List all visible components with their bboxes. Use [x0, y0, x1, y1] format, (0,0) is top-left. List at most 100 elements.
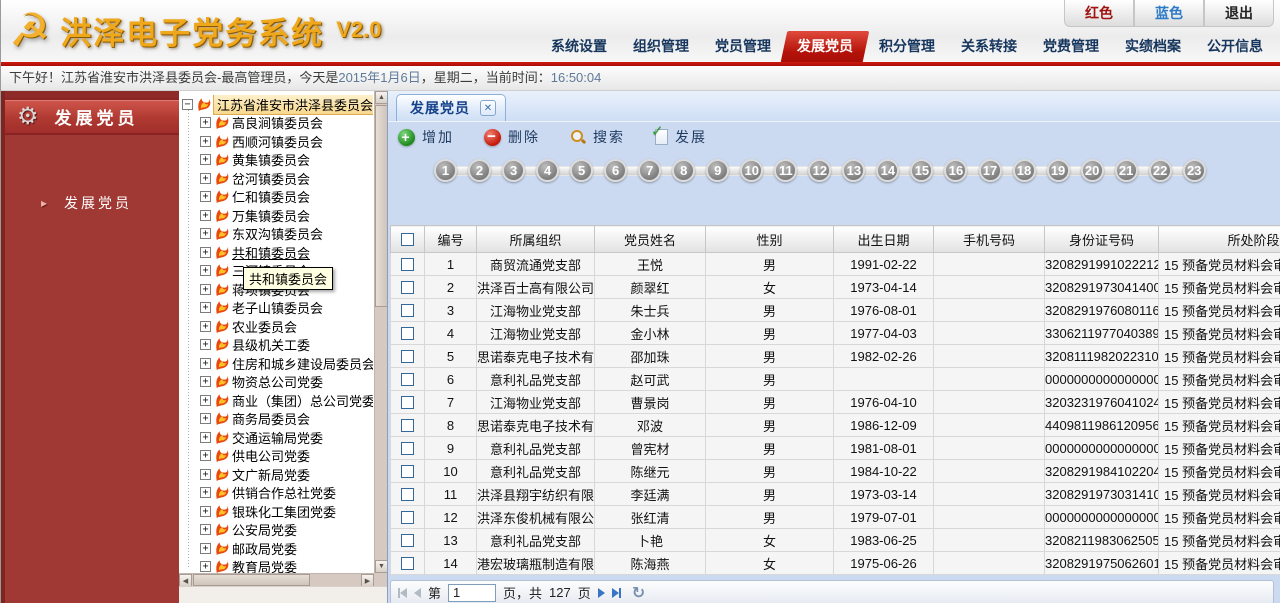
row-checkbox[interactable]	[401, 257, 414, 271]
page-number-input[interactable]	[448, 583, 497, 602]
row-checkbox[interactable]	[401, 349, 414, 363]
theme-link-蓝色[interactable]: 蓝色	[1134, 0, 1204, 27]
row-checkbox[interactable]	[401, 464, 414, 478]
tree-node[interactable]: + 物资总公司党委	[200, 373, 373, 392]
nav-党费管理[interactable]: 党费管理	[1030, 31, 1112, 62]
expand-icon[interactable]: +	[200, 172, 211, 184]
tree-node[interactable]: + 商务局委员会	[200, 410, 373, 429]
row-checkbox[interactable]	[401, 441, 414, 455]
row-checkbox[interactable]	[401, 326, 414, 340]
toolbar-add-button[interactable]: + 增加	[398, 127, 454, 147]
collapse-icon[interactable]: −	[182, 98, 193, 110]
scroll-down-icon[interactable]: ▼	[375, 560, 387, 573]
expand-icon[interactable]: +	[200, 505, 211, 517]
tab-close-icon[interactable]: ✕	[480, 100, 496, 116]
stage-step-9[interactable]: 9	[706, 158, 730, 182]
table-row[interactable]: 9 意利礼品党支部 曾宪材男 1981-08-01 0000000000000000 15…	[390, 436, 1280, 460]
tree-node-label[interactable]: 银珠化工集团党委	[232, 502, 336, 521]
row-checkbox[interactable]	[401, 533, 414, 547]
tree-node[interactable]: + 仁和镇委员会	[200, 188, 373, 207]
tree-node-label[interactable]: 县级机关工委	[232, 335, 310, 354]
row-checkbox[interactable]	[401, 556, 414, 570]
stage-step-20[interactable]: 20	[1080, 158, 1104, 182]
stage-step-18[interactable]: 18	[1012, 158, 1036, 182]
tree-node-label[interactable]: 供电公司党委	[232, 446, 310, 465]
tree-node-label[interactable]: 公安局党委	[232, 520, 297, 539]
tree-node[interactable]: + 教育局党委	[200, 557, 373, 573]
tab-develop-members[interactable]: 发展党员 ✕	[396, 94, 506, 121]
table-row[interactable]: 2洪泽百士高有限公司颜翠红女1973-04-14 3208291973041400…	[390, 275, 1280, 299]
toolbar-search-button[interactable]: 搜索	[570, 127, 625, 147]
tree-node[interactable]: + 老子山镇委员会	[200, 299, 373, 318]
table-row[interactable]: 5思诺泰克电子技术有限公司邵加珠男1982-02-26 3208111982022…	[390, 344, 1280, 368]
tree-node[interactable]: + 住房和城乡建设局委员会	[200, 354, 373, 373]
stage-step-12[interactable]: 12	[808, 158, 832, 182]
table-row[interactable]: 6 意利礼品党支部 赵可武男 0000000000000000 15 预备党员材料会审	[390, 367, 1280, 391]
tree-node-label[interactable]: 岔河镇委员会	[232, 169, 310, 188]
row-checkbox[interactable]	[401, 303, 414, 317]
theme-link-退出[interactable]: 退出	[1204, 0, 1274, 27]
expand-icon[interactable]: +	[200, 431, 211, 443]
stage-step-14[interactable]: 14	[876, 158, 900, 182]
stage-step-10[interactable]: 10	[740, 158, 764, 182]
tree-node-label[interactable]: 交通运输局党委	[232, 428, 323, 447]
tree-node-label[interactable]: 老子山镇委员会	[232, 298, 323, 317]
nav-实绩档案[interactable]: 实绩档案	[1112, 31, 1194, 62]
expand-icon[interactable]: +	[200, 228, 211, 240]
tree-node[interactable]: + 供销合作总社党委	[200, 484, 373, 503]
nav-公开信息[interactable]: 公开信息	[1194, 31, 1276, 62]
tree-node-label[interactable]: 住房和城乡建设局委员会	[232, 354, 373, 373]
expand-icon[interactable]: +	[200, 209, 211, 221]
tree-node-label[interactable]: 教育局党委	[232, 557, 297, 573]
nav-发展党员[interactable]: 发展党员	[784, 31, 866, 62]
tree-node-label[interactable]: 东双沟镇委员会	[232, 224, 323, 243]
table-row[interactable]: 7江海物业党支部曹景岗男1976-04-10 320323197604102452…	[390, 390, 1280, 414]
tree-vertical-scrollbar[interactable]: ▲ ▼	[374, 91, 387, 573]
table-row[interactable]: 8思诺泰克电子技术有限公司邓波男1986-12-09 44098119861209…	[390, 413, 1280, 437]
expand-icon[interactable]: +	[200, 376, 211, 388]
table-row[interactable]: 3江海物业党支部朱士兵男1976-08-01 320829197608011617…	[390, 298, 1280, 322]
scroll-up-icon[interactable]: ▲	[375, 91, 387, 104]
row-checkbox[interactable]	[401, 395, 414, 409]
theme-link-红色[interactable]: 红色	[1064, 0, 1134, 27]
tree-node[interactable]: + 高良涧镇委员会	[200, 114, 373, 133]
tree-node[interactable]: + 邮政局党委	[200, 539, 373, 558]
tree-node[interactable]: + 文广新局党委	[200, 465, 373, 484]
tree-node[interactable]: + 东双沟镇委员会	[200, 225, 373, 244]
table-row[interactable]: 11洪泽县翔宇纺织有限公司李廷满男1973-03-14 3208291973031…	[390, 482, 1280, 506]
tree-node[interactable]: + 农业委员会	[200, 317, 373, 336]
expand-icon[interactable]: +	[200, 191, 211, 203]
next-page-button[interactable]	[597, 587, 605, 598]
expand-icon[interactable]: +	[200, 283, 211, 295]
tree-node-label[interactable]: 农业委员会	[232, 317, 297, 336]
stage-step-4[interactable]: 4	[536, 158, 560, 182]
stage-step-7[interactable]: 7	[638, 158, 662, 182]
table-row[interactable]: 14港宏玻璃瓶制造有限公司陈海燕女1975-06-26 3208291975062…	[390, 551, 1280, 575]
row-checkbox[interactable]	[401, 418, 414, 432]
expand-icon[interactable]: +	[200, 265, 211, 277]
tree-node-label[interactable]: 邮政局党委	[232, 539, 297, 558]
nav-关系转接[interactable]: 关系转接	[948, 31, 1030, 62]
expand-icon[interactable]: +	[200, 154, 211, 166]
expand-icon[interactable]: +	[200, 413, 211, 425]
sidebar-item-develop-members[interactable]: ▸ 发展党员	[5, 193, 179, 213]
row-checkbox[interactable]	[401, 372, 414, 386]
nav-系统设置[interactable]: 系统设置	[538, 31, 620, 62]
stage-step-5[interactable]: 5	[570, 158, 594, 182]
tree-horizontal-scrollbar[interactable]: ◀ ▶	[179, 573, 374, 587]
last-page-button[interactable]	[611, 587, 621, 598]
row-checkbox[interactable]	[401, 280, 414, 294]
expand-icon[interactable]: +	[200, 135, 211, 147]
expand-icon[interactable]: +	[200, 357, 211, 369]
tree-node[interactable]: + 县级机关工委	[200, 336, 373, 355]
nav-积分管理[interactable]: 积分管理	[866, 31, 948, 62]
expand-icon[interactable]: +	[200, 468, 211, 480]
first-page-button[interactable]	[398, 587, 407, 598]
stage-step-17[interactable]: 17	[978, 158, 1002, 182]
expand-icon[interactable]: +	[200, 320, 211, 332]
tree-node[interactable]: + 黄集镇委员会	[200, 151, 373, 170]
select-all-checkbox[interactable]	[401, 232, 414, 246]
expand-icon[interactable]: +	[200, 339, 211, 351]
tree-node[interactable]: + 公安局党委	[200, 521, 373, 540]
tree-node[interactable]: + 银珠化工集团党委	[200, 502, 373, 521]
